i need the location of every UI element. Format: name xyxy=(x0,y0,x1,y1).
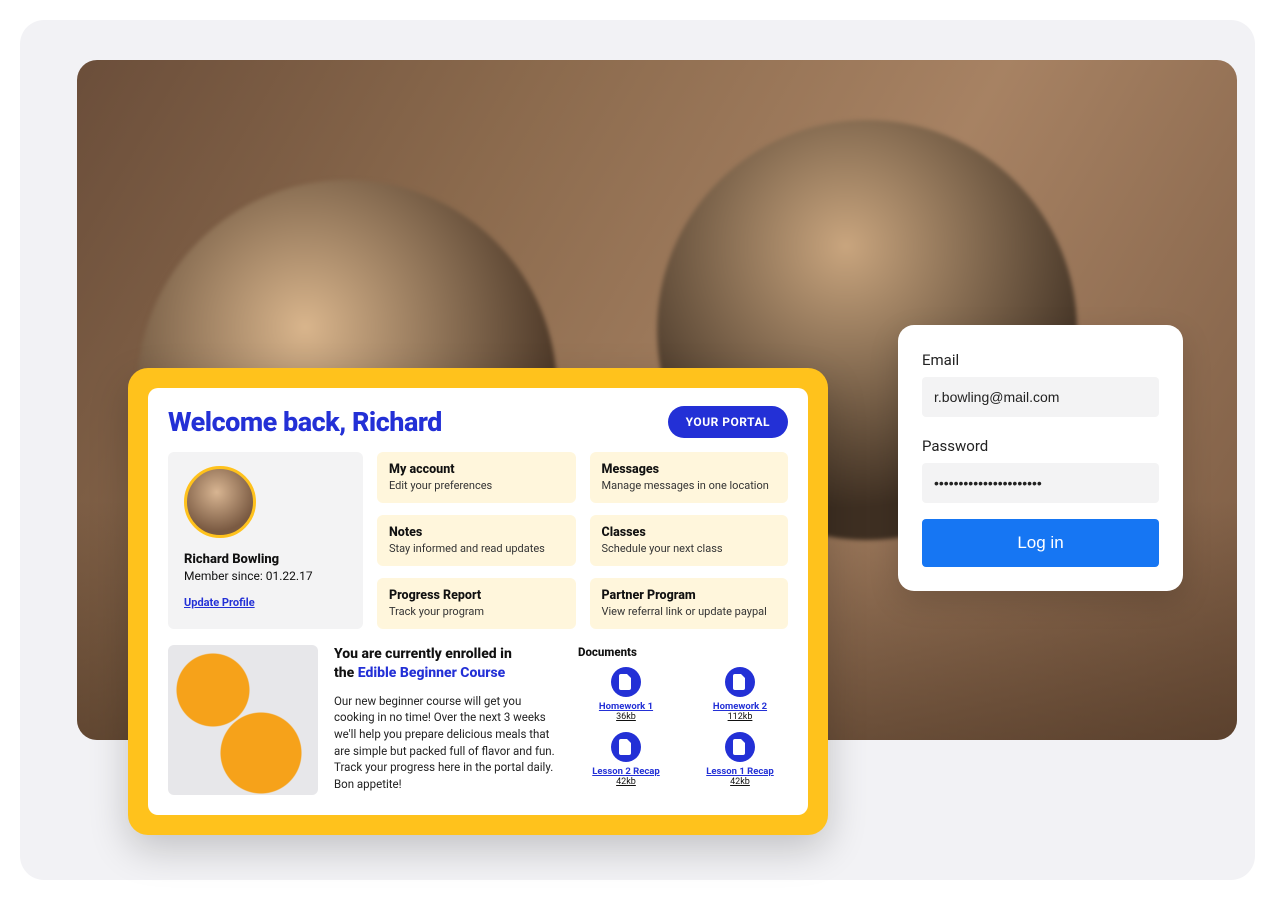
profile-member-since: Member since: 01.22.17 xyxy=(184,569,347,583)
tile-my-account[interactable]: My account Edit your preferences xyxy=(377,452,576,503)
course-link[interactable]: Edible Beginner Course xyxy=(358,665,506,681)
course-line2-prefix: the xyxy=(334,665,358,681)
document-item[interactable]: Homework 2 112kb xyxy=(692,667,788,722)
profile-name: Richard Bowling xyxy=(184,552,347,567)
tile-partner-program[interactable]: Partner Program View referral link or up… xyxy=(590,578,789,629)
portal-title: Welcome back, Richard xyxy=(168,406,442,438)
portal-grid: Richard Bowling Member since: 01.22.17 U… xyxy=(168,452,788,629)
tile-title: Progress Report xyxy=(389,588,564,603)
tile-sub: Track your program xyxy=(389,605,564,618)
tile-title: Messages xyxy=(602,462,777,477)
login-button[interactable]: Log in xyxy=(922,519,1159,567)
password-field[interactable] xyxy=(922,463,1159,503)
document-name: Lesson 2 Recap xyxy=(578,766,674,777)
document-icon xyxy=(725,732,755,762)
tile-sub: Manage messages in one location xyxy=(602,479,777,492)
course-image xyxy=(168,645,318,795)
tile-title: My account xyxy=(389,462,564,477)
your-portal-button[interactable]: YOUR PORTAL xyxy=(668,406,788,438)
document-item[interactable]: Homework 1 36kb xyxy=(578,667,674,722)
document-size: 112kb xyxy=(692,712,788,722)
update-profile-link[interactable]: Update Profile xyxy=(184,596,255,609)
portal-lower: You are currently enrolled in the Edible… xyxy=(168,645,788,795)
document-icon xyxy=(725,667,755,697)
course-line1: You are currently enrolled in xyxy=(334,646,512,662)
document-icon xyxy=(611,732,641,762)
tile-sub: Edit your preferences xyxy=(389,479,564,492)
tile-title: Classes xyxy=(602,525,777,540)
tile-notes[interactable]: Notes Stay informed and read updates xyxy=(377,515,576,566)
document-name: Homework 2 xyxy=(692,701,788,712)
tile-sub: Stay informed and read updates xyxy=(389,542,564,555)
tile-title: Notes xyxy=(389,525,564,540)
portal-card: Welcome back, Richard YOUR PORTAL Richar… xyxy=(128,368,828,835)
tile-sub: View referral link or update paypal xyxy=(602,605,777,618)
tile-classes[interactable]: Classes Schedule your next class xyxy=(590,515,789,566)
document-item[interactable]: Lesson 2 Recap 42kb xyxy=(578,732,674,787)
avatar xyxy=(184,466,256,538)
document-item[interactable]: Lesson 1 Recap 42kb xyxy=(692,732,788,787)
portal-header: Welcome back, Richard YOUR PORTAL xyxy=(168,406,788,438)
document-size: 42kb xyxy=(578,777,674,787)
login-card: Email Password Log in xyxy=(898,325,1183,591)
course-heading: You are currently enrolled in the Edible… xyxy=(334,645,562,683)
email-label: Email xyxy=(922,351,1159,369)
tile-sub: Schedule your next class xyxy=(602,542,777,555)
documents: Documents Homework 1 36kb xyxy=(578,645,788,795)
documents-heading: Documents xyxy=(578,645,788,659)
document-name: Homework 1 xyxy=(578,701,674,712)
tile-progress-report[interactable]: Progress Report Track your program xyxy=(377,578,576,629)
document-name: Lesson 1 Recap xyxy=(692,766,788,777)
tile-messages[interactable]: Messages Manage messages in one location xyxy=(590,452,789,503)
course-copy: You are currently enrolled in the Edible… xyxy=(334,645,562,795)
portal-inner: Welcome back, Richard YOUR PORTAL Richar… xyxy=(148,388,808,815)
documents-grid: Homework 1 36kb Homework 2 112kb xyxy=(578,667,788,787)
document-size: 36kb xyxy=(578,712,674,722)
password-label: Password xyxy=(922,437,1159,455)
document-size: 42kb xyxy=(692,777,788,787)
profile-block: Richard Bowling Member since: 01.22.17 U… xyxy=(168,452,363,629)
email-field[interactable] xyxy=(922,377,1159,417)
course-body: Our new beginner course will get you coo… xyxy=(334,693,562,793)
tile-title: Partner Program xyxy=(602,588,777,603)
stage: Email Password Log in Welcome back, Rich… xyxy=(20,20,1255,880)
document-icon xyxy=(611,667,641,697)
